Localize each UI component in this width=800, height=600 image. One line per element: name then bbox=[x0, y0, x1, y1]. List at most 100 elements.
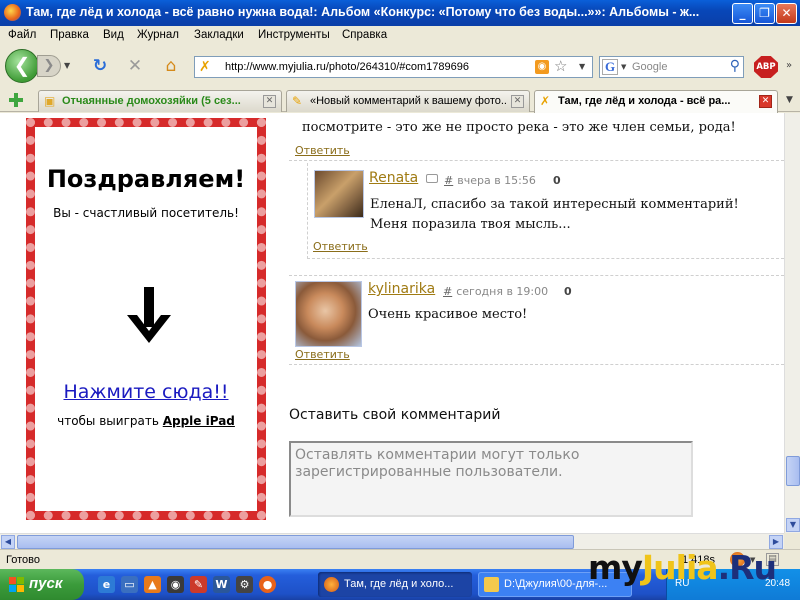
folder-icon bbox=[484, 577, 499, 592]
search-engine-icon[interactable]: G bbox=[602, 59, 618, 75]
comment-time: сегодня в 19:00 bbox=[456, 285, 549, 298]
stop-icon[interactable]: ✕ bbox=[125, 56, 145, 76]
comment-rating: 0 bbox=[564, 285, 572, 298]
ie-quicklaunch-icon[interactable]: e bbox=[98, 576, 115, 593]
divider bbox=[289, 364, 784, 365]
word-quicklaunch-icon[interactable]: W bbox=[213, 576, 230, 593]
comment-textarea-placeholder: Оставлять комментарии могут только зарег… bbox=[295, 447, 580, 480]
taskbar-item-firefox[interactable]: Там, где лёд и холо... bbox=[318, 572, 472, 597]
back-button[interactable]: ❮ bbox=[5, 49, 39, 83]
scroll-right-icon[interactable]: ▶ bbox=[769, 535, 783, 549]
tab-current-photo[interactable]: ✗ Там, где лёд и холода - всё ра... ✕ bbox=[534, 90, 778, 113]
search-input[interactable]: Google bbox=[632, 61, 667, 73]
scroll-left-icon[interactable]: ◀ bbox=[1, 535, 15, 549]
ad-click-link[interactable]: Нажмите сюда!! bbox=[35, 381, 257, 403]
ad-title: Поздравляем! bbox=[46, 165, 246, 193]
avatar-kylinarika[interactable] bbox=[295, 281, 362, 347]
home-icon[interactable]: ⌂ bbox=[161, 56, 181, 76]
comment-time: вчера в 15:56 bbox=[457, 174, 536, 187]
tab-desperate-housewives[interactable]: ▣ Отчаянные домохозяйки (5 сез... ✕ bbox=[38, 90, 282, 112]
ad-cta: чтобы выиграть Apple iPad bbox=[35, 414, 257, 428]
media-quicklaunch-icon[interactable]: ◉ bbox=[167, 576, 184, 593]
desktop-quicklaunch-icon[interactable]: ▭ bbox=[121, 576, 138, 593]
menu-file[interactable]: Файл bbox=[8, 29, 36, 41]
avatar-renata[interactable] bbox=[314, 170, 364, 218]
watermark-part: my bbox=[588, 548, 643, 587]
tab-list-dropdown-icon[interactable]: ▼ bbox=[786, 95, 793, 105]
tab-favicon-icon: ✗ bbox=[540, 94, 551, 108]
window-title: Там, где лёд и холода - всё равно нужна … bbox=[26, 5, 700, 19]
navigation-toolbar: ❮ ❯ ▼ ↻ ✕ ⌂ ✗ http://www.myjulia.ru/phot… bbox=[0, 46, 800, 88]
tab-favicon-icon: ▣ bbox=[44, 94, 56, 108]
divider bbox=[289, 160, 784, 161]
forward-button[interactable]: ❯ bbox=[37, 55, 61, 77]
history-dropdown-icon[interactable]: ▼ bbox=[64, 61, 70, 70]
url-bar[interactable]: ✗ http://www.myjulia.ru/photo/264310/#co… bbox=[194, 56, 593, 78]
start-button[interactable]: пуск bbox=[0, 569, 84, 600]
paint-quicklaunch-icon[interactable]: ✎ bbox=[190, 576, 207, 593]
menu-bookmarks[interactable]: Закладки bbox=[194, 29, 244, 41]
scroll-down-icon[interactable]: ▼ bbox=[786, 518, 800, 532]
ad-banner[interactable]: Поздравляем! Вы - счастливый посетитель!… bbox=[26, 118, 266, 520]
author-link[interactable]: Renata bbox=[369, 170, 418, 186]
tab-close-icon[interactable]: ✕ bbox=[759, 95, 772, 108]
url-text[interactable]: http://www.myjulia.ru/photo/264310/#com1… bbox=[225, 61, 469, 73]
search-bar[interactable]: G ▼ Google ⚲ bbox=[599, 56, 744, 78]
vertical-scrollbar[interactable]: ▼ bbox=[784, 113, 800, 533]
reply-link[interactable]: Ответить bbox=[313, 240, 368, 253]
minimize-button[interactable]: _ bbox=[732, 3, 753, 24]
tab-favicon-icon: ✎ bbox=[292, 94, 303, 108]
menu-tools[interactable]: Инструменты bbox=[258, 29, 330, 41]
maximize-button[interactable]: ❐ bbox=[754, 3, 775, 24]
tab-new-comment[interactable]: ✎ «Новый комментарий к вашему фото... ✕ bbox=[286, 90, 530, 112]
menu-edit[interactable]: Правка bbox=[50, 29, 89, 41]
bookmark-star-icon[interactable]: ☆ bbox=[554, 57, 567, 75]
reload-icon[interactable]: ↻ bbox=[90, 56, 110, 76]
tab-label: Там, где лёд и холода - всё ра... bbox=[558, 95, 731, 107]
vertical-scroll-thumb[interactable] bbox=[786, 456, 800, 486]
divider bbox=[289, 275, 784, 276]
comment-rating: 0 bbox=[553, 174, 561, 187]
search-engine-dropdown-icon[interactable]: ▼ bbox=[621, 63, 626, 71]
close-button[interactable]: ✕ bbox=[776, 3, 797, 24]
taskbar-item-label: Там, где лёд и холо... bbox=[344, 578, 454, 590]
page-content: Поздравляем! Вы - счастливый посетитель!… bbox=[0, 113, 784, 533]
firefox-icon bbox=[4, 4, 21, 21]
menu-help[interactable]: Справка bbox=[342, 29, 387, 41]
new-tab-icon[interactable] bbox=[8, 92, 24, 108]
leave-comment-title: Оставить свой комментарий bbox=[289, 407, 501, 423]
menu-history[interactable]: Журнал bbox=[137, 29, 179, 41]
search-icon[interactable]: ⚲ bbox=[730, 58, 740, 74]
toolbar-overflow-icon[interactable]: » bbox=[786, 60, 792, 71]
comment-meta: # вчера в 15:56 bbox=[444, 174, 536, 187]
ad-prize-link[interactable]: Apple iPad bbox=[163, 414, 235, 428]
tools-quicklaunch-icon[interactable]: ⚙ bbox=[236, 576, 253, 593]
tab-close-icon[interactable]: ✕ bbox=[263, 95, 276, 108]
tab-close-icon[interactable]: ✕ bbox=[511, 95, 524, 108]
watermark-part: .Ru bbox=[717, 548, 777, 587]
tab-bar: ▣ Отчаянные домохозяйки (5 сез... ✕ ✎ «Н… bbox=[0, 88, 800, 113]
rss-feed-icon[interactable]: ◉ bbox=[535, 60, 549, 74]
permalink-hash[interactable]: # bbox=[443, 285, 452, 298]
horizontal-scroll-thumb[interactable] bbox=[17, 535, 574, 549]
vlc-quicklaunch-icon[interactable]: ▲ bbox=[144, 576, 161, 593]
ad-cta-prefix: чтобы выиграть bbox=[57, 414, 163, 428]
scrollbar-corner bbox=[784, 533, 800, 549]
menu-view[interactable]: Вид bbox=[103, 29, 124, 41]
author-link[interactable]: kylinarika bbox=[368, 281, 435, 297]
reply-link[interactable]: Ответить bbox=[295, 144, 350, 157]
reply-link[interactable]: Ответить bbox=[295, 348, 350, 361]
window-titlebar[interactable]: Там, где лёд и холода - всё равно нужна … bbox=[0, 0, 800, 26]
url-dropdown-icon[interactable]: ▼ bbox=[579, 62, 585, 71]
windows-logo-icon bbox=[9, 577, 25, 592]
permalink-hash[interactable]: # bbox=[444, 174, 453, 187]
comment-text-line: Очень красивое место! bbox=[368, 307, 528, 322]
comment-meta: # сегодня в 19:00 bbox=[443, 285, 548, 298]
comment-textarea[interactable]: Оставлять комментарии могут только зарег… bbox=[289, 441, 693, 517]
adblock-plus-icon[interactable]: ABP bbox=[754, 56, 778, 78]
previous-comment-text: посмотрите - это же не просто река - это… bbox=[302, 120, 736, 135]
myjulia-watermark-logo: myJulia.Ru bbox=[588, 548, 777, 587]
status-text: Готово bbox=[6, 554, 40, 566]
horizontal-scrollbar[interactable]: ◀ ▶ bbox=[0, 533, 784, 549]
firefox-quicklaunch-icon[interactable]: ● bbox=[259, 576, 276, 593]
